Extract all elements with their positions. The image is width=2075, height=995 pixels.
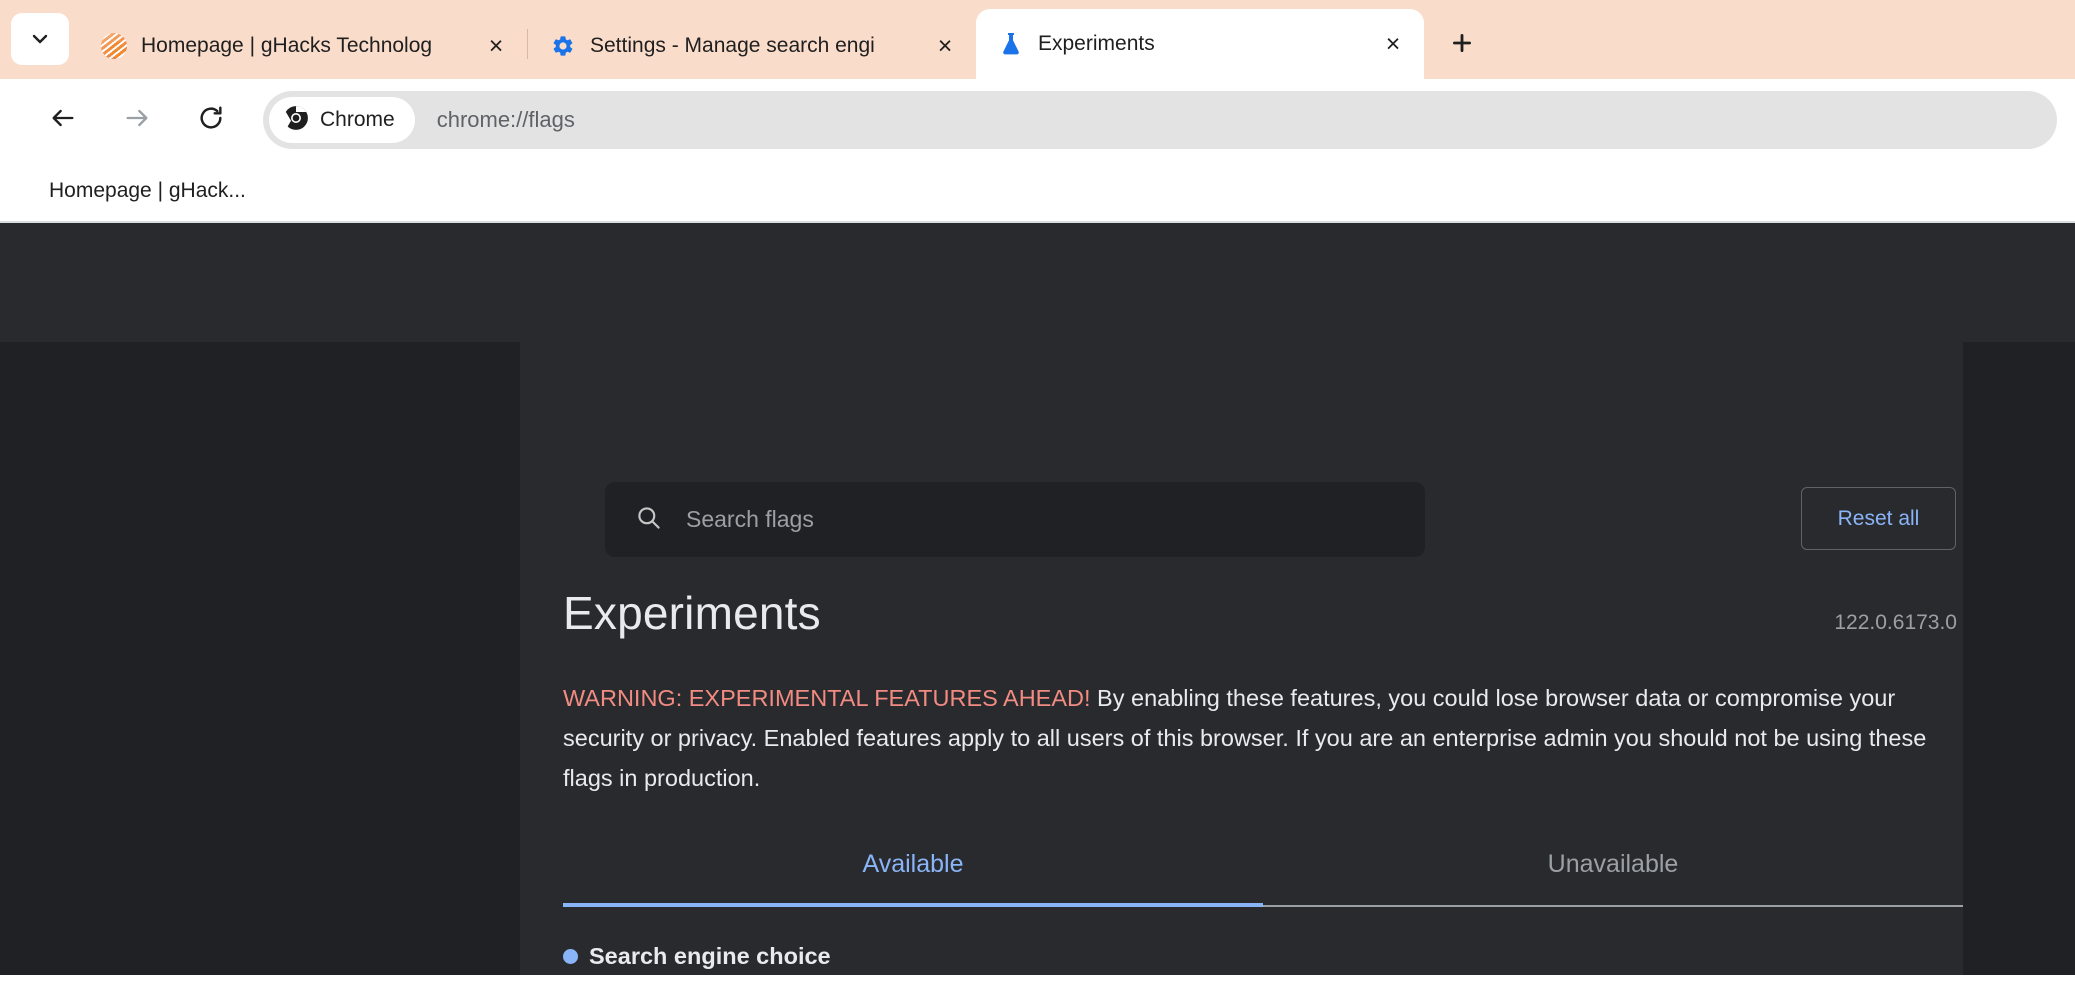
flask-icon — [998, 31, 1024, 57]
tab-title: Homepage | gHacks Technolog — [141, 34, 479, 58]
search-icon — [635, 504, 662, 536]
chevron-down-icon — [28, 27, 52, 51]
address-bar-url: chrome://flags — [437, 107, 575, 133]
flag-title: Search engine choice — [589, 943, 831, 970]
flag-entry: Search engine choice Enables the search … — [563, 943, 1963, 975]
tab-available[interactable]: Available — [563, 850, 1263, 905]
tab-close-button[interactable]: × — [479, 29, 513, 63]
flags-tabs: Available Unavailable — [563, 850, 1963, 907]
flag-name-line: Search engine choice — [563, 943, 1631, 970]
arrow-right-icon — [123, 104, 151, 137]
forward-button — [110, 93, 164, 147]
back-button[interactable] — [36, 93, 90, 147]
flags-search-header — [0, 223, 2075, 342]
experiments-title-row: Experiments 122.0.6173.0 — [563, 586, 1963, 640]
bookmark-item-homepage-ghacks[interactable]: Homepage | gHack... — [25, 173, 256, 209]
chrome-chip-label: Chrome — [320, 108, 395, 132]
bookmark-label: Homepage | gHack... — [49, 179, 246, 203]
plus-icon — [1449, 30, 1475, 61]
flag-modified-dot-icon — [563, 949, 578, 964]
browser-tab-1[interactable]: Homepage | gHacks Technolog × — [79, 13, 527, 79]
bookmark-bar: Homepage | gHack... — [0, 161, 2075, 223]
flag-info: Search engine choice Enables the search … — [563, 943, 1631, 975]
page-title: Experiments — [563, 586, 821, 640]
ghacks-favicon — [101, 33, 127, 59]
chrome-logo-icon — [283, 105, 309, 136]
gear-icon — [550, 33, 576, 59]
search-flags-field[interactable]: Search flags — [605, 482, 1425, 557]
tab-strip: Homepage | gHacks Technolog × Settings -… — [0, 0, 2075, 79]
tab-search-button[interactable] — [11, 13, 69, 65]
chrome-chip[interactable]: Chrome — [269, 97, 415, 143]
tab-close-button[interactable]: × — [1376, 27, 1410, 61]
arrow-left-icon — [49, 104, 77, 137]
address-bar[interactable]: Chrome chrome://flags — [263, 91, 2057, 149]
tab-close-button[interactable]: × — [928, 29, 962, 63]
chrome-version-label: 122.0.6173.0 — [1834, 611, 1963, 635]
flags-content: Experiments 122.0.6173.0 WARNING: EXPERI… — [563, 586, 1963, 975]
tab-unavailable[interactable]: Unavailable — [1263, 850, 1963, 905]
new-tab-button[interactable] — [1436, 19, 1488, 71]
tab-title: Settings - Manage search engi — [590, 34, 928, 58]
browser-toolbar: Chrome chrome://flags — [0, 79, 2075, 161]
chrome-flags-page: Search flags Reset all Experiments 122.0… — [0, 223, 2075, 975]
search-flags-placeholder: Search flags — [686, 506, 814, 533]
experiments-warning: WARNING: EXPERIMENTAL FEATURES AHEAD! By… — [563, 678, 1963, 798]
tab-title: Experiments — [1038, 32, 1376, 56]
browser-tab-2[interactable]: Settings - Manage search engi × — [528, 13, 976, 79]
reload-icon — [197, 104, 225, 137]
warning-headline: WARNING: EXPERIMENTAL FEATURES AHEAD! — [563, 685, 1091, 711]
reload-button[interactable] — [184, 93, 238, 147]
browser-tab-3[interactable]: Experiments × — [976, 9, 1424, 79]
reset-all-button[interactable]: Reset all — [1801, 487, 1956, 550]
